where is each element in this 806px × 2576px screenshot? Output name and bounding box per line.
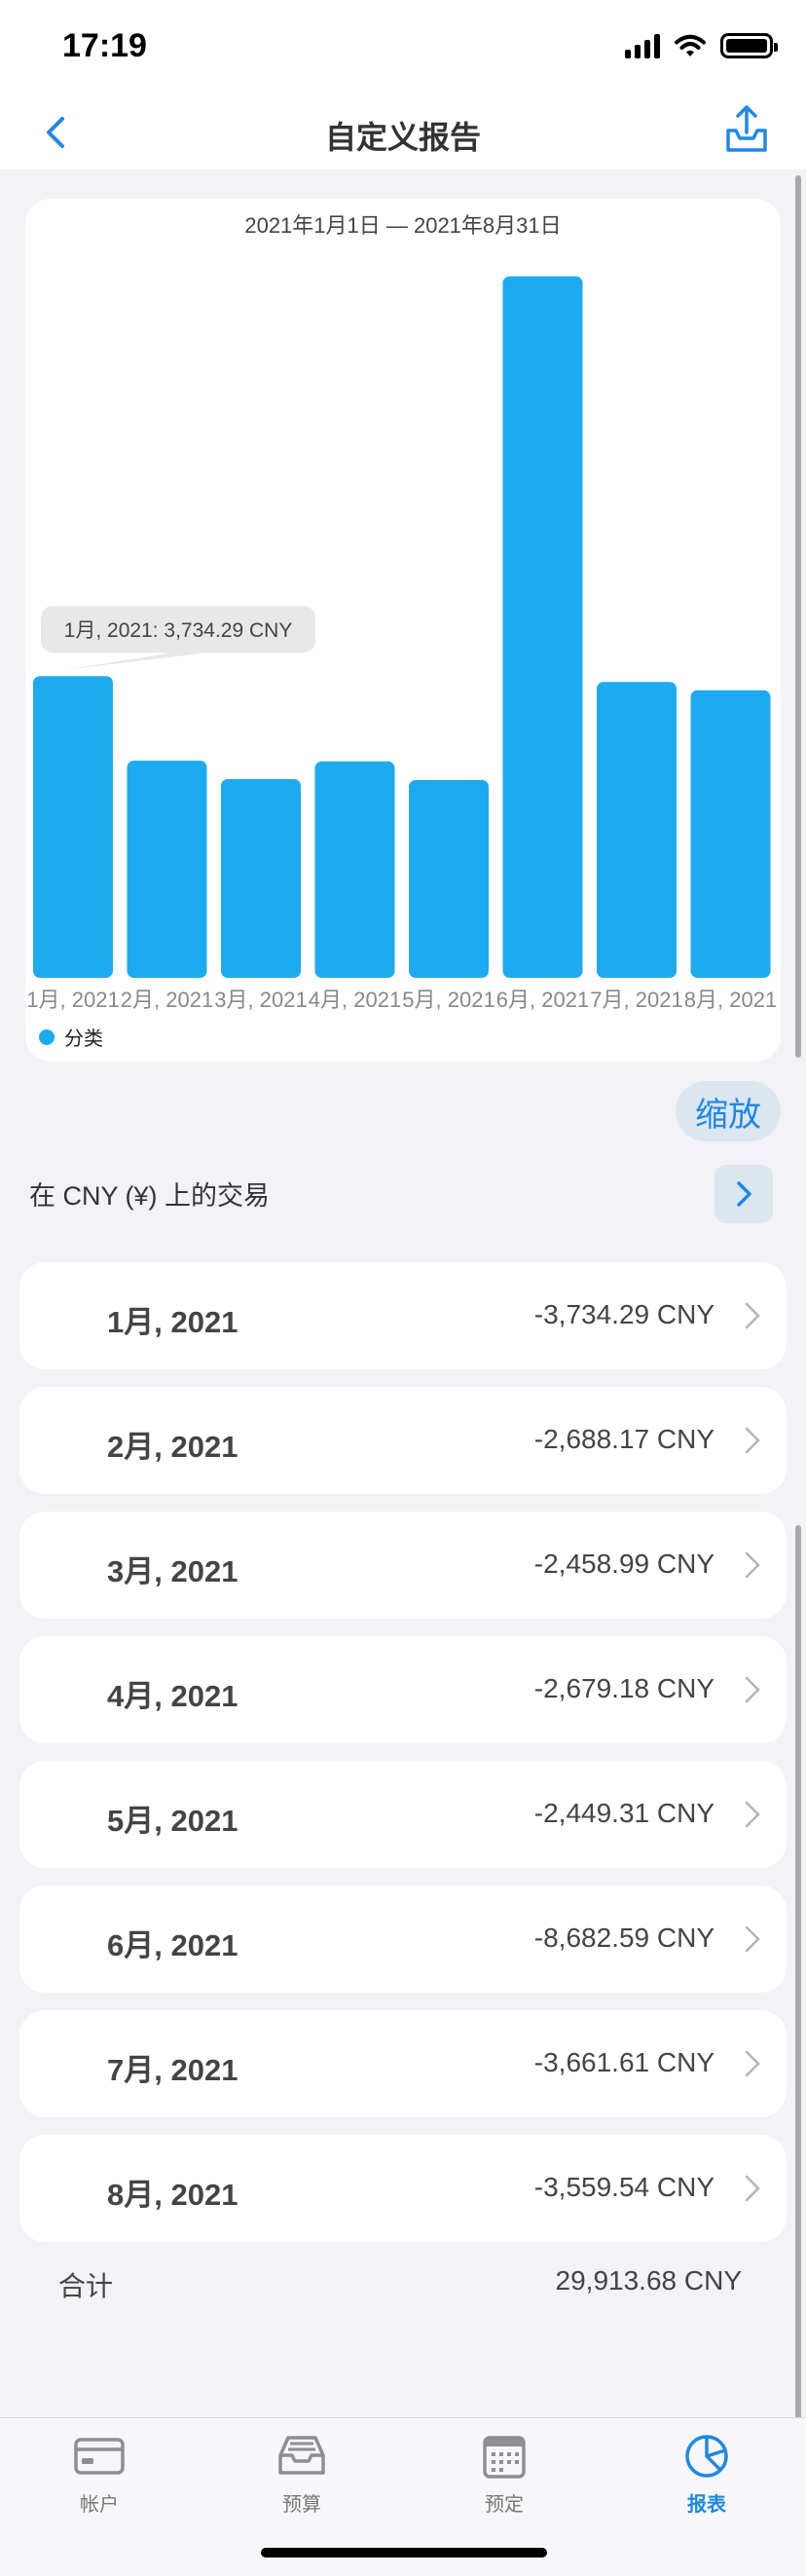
bar-chart[interactable]: 1月, 2021 2月, 2021 3月, 2021 4月, 2021 5月, 2021… (25, 199, 781, 1062)
battery-icon (720, 33, 778, 58)
x-tick-label: 1月, 2021 (26, 988, 119, 1012)
calendar-icon (483, 2436, 526, 2479)
tab-label: 预算 (282, 2494, 321, 2516)
list-item[interactable]: 2月, 2021 -2,688.17 CNY (19, 1387, 787, 1494)
chart-bar[interactable] (33, 676, 113, 978)
page-scrollbar[interactable] (795, 1525, 801, 2419)
tab-scheduled[interactable]: 预定 (446, 2432, 563, 2517)
tooltip-pointer (62, 653, 205, 671)
chart-bar[interactable] (409, 779, 489, 978)
chevron-right-icon (745, 2050, 760, 2077)
legend-swatch (39, 1028, 55, 1045)
x-tick-label: 2月, 2021 (121, 988, 213, 1012)
cellular-signal-icon (625, 33, 660, 58)
chevron-right-icon (745, 1551, 760, 1579)
page-title: 自定义报告 (324, 120, 481, 155)
chart-bar[interactable] (502, 276, 583, 978)
chart-bar[interactable] (221, 779, 301, 978)
legend-label: 分类 (64, 1028, 103, 1050)
x-tick-label: 3月, 2021 (214, 988, 307, 1012)
total-label: 合计 (58, 2271, 114, 2301)
nav-bar: 自定义报告 (0, 97, 806, 169)
row-amount: -3,661.61 CNY (533, 2047, 714, 2077)
list-item[interactable]: 1月, 2021 -3,734.29 CNY (19, 1262, 787, 1369)
zoom-button[interactable]: 缩放 (676, 1081, 781, 1141)
chart-bar[interactable] (314, 761, 395, 978)
x-tick-label: 4月, 2021 (309, 988, 401, 1012)
chart-bar[interactable] (690, 690, 771, 978)
row-month: 6月, 2021 (107, 1928, 238, 1962)
list-item[interactable]: 4月, 2021 -2,679.18 CNY (19, 1636, 787, 1743)
list-item[interactable]: 8月, 2021 -3,559.54 CNY (19, 2135, 787, 2242)
x-tick-label: 6月, 2021 (496, 988, 589, 1012)
x-tick-label: 5月, 2021 (402, 988, 495, 1012)
list-item[interactable]: 5月, 2021 -2,449.31 CNY (19, 1761, 787, 1868)
section-expand-button[interactable] (714, 1165, 773, 1223)
tab-accounts[interactable]: 帐户 (41, 2432, 158, 2517)
row-amount: -2,679.18 CNY (533, 1673, 714, 1703)
row-month: 4月, 2021 (107, 1679, 238, 1713)
share-tray-icon[interactable] (722, 103, 771, 156)
total-value: 29,913.68 CNY (555, 2265, 742, 2296)
list-item[interactable]: 6月, 2021 -8,682.59 CNY (19, 1885, 787, 1993)
x-tick-label: 7月, 2021 (590, 988, 682, 1012)
status-bar: 17:19 (0, 0, 806, 97)
transactions-section-label: 在 CNY (¥) 上的交易 (29, 1181, 271, 1211)
row-amount: -2,458.99 CNY (533, 1549, 714, 1579)
row-month: 8月, 2021 (107, 2178, 238, 2212)
row-amount: -2,688.17 CNY (533, 1424, 714, 1454)
row-month: 1月, 2021 (107, 1305, 238, 1339)
row-amount: -3,559.54 CNY (533, 2172, 714, 2202)
list-item[interactable]: 7月, 2021 -3,661.61 CNY (19, 2010, 787, 2117)
row-amount: -2,449.31 CNY (533, 1798, 714, 1828)
row-month: 3月, 2021 (107, 1554, 238, 1588)
tooltip-text: 1月, 2021: 3,734.29 CNY (64, 619, 293, 642)
row-month: 5月, 2021 (107, 1804, 238, 1838)
tab-label: 报表 (687, 2494, 726, 2516)
tab-label: 帐户 (80, 2494, 119, 2516)
chart-card: 2021年1月1日 — 2021年8月31日 1月, 2021 2月, 2021 3… (25, 199, 781, 1062)
status-time: 17:19 (62, 27, 147, 64)
credit-card-icon (74, 2438, 125, 2475)
chevron-right-icon (745, 1676, 760, 1703)
row-amount: -8,682.59 CNY (533, 1923, 714, 1953)
x-tick-label: 8月, 2021 (684, 988, 777, 1012)
chart-bar[interactable] (597, 682, 677, 978)
chevron-right-icon (745, 1925, 760, 1953)
chart-legend: 分类 (39, 1023, 103, 1051)
chevron-right-icon (745, 1801, 760, 1828)
chevron-right-icon (745, 2175, 760, 2202)
home-indicator (261, 2548, 547, 2557)
chevron-right-icon (745, 1427, 760, 1454)
row-amount: -3,734.29 CNY (533, 1299, 714, 1329)
tab-label: 预定 (485, 2494, 524, 2516)
pie-chart-icon (685, 2435, 728, 2478)
row-month: 2月, 2021 (107, 1430, 238, 1464)
tab-budget[interactable]: 预算 (243, 2432, 360, 2517)
inbox-tray-icon (278, 2436, 325, 2475)
status-icons (625, 33, 778, 58)
chart-scrollbar[interactable] (795, 175, 801, 1058)
tab-reports[interactable]: 报表 (648, 2432, 765, 2517)
row-month: 7月, 2021 (107, 2053, 238, 2087)
wifi-icon (675, 34, 706, 56)
chevron-right-icon (745, 1302, 760, 1329)
chevron-right-icon (737, 1181, 751, 1207)
chart-bar[interactable] (127, 761, 207, 978)
list-item[interactable]: 3月, 2021 -2,458.99 CNY (19, 1512, 787, 1619)
